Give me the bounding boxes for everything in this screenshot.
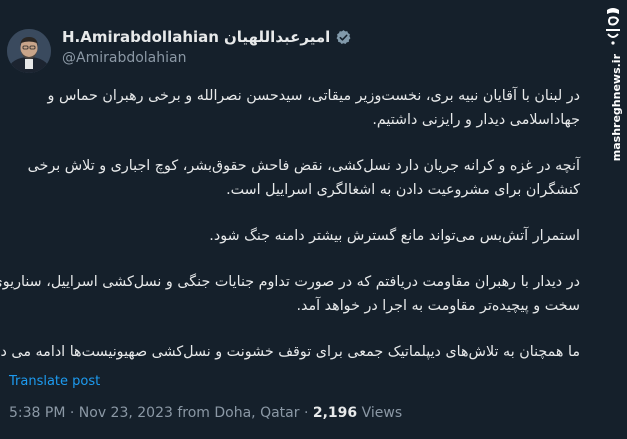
display-name-latin[interactable]: H.Amirabdollahian xyxy=(62,28,219,46)
tweet-line: استمرار آتش‌بس می‌تواند مانع گسترش بیشتر… xyxy=(209,228,580,244)
views-label: Views xyxy=(361,405,403,421)
views-count: 2,196 xyxy=(312,405,358,421)
tweet-paragraph: استمرار آتش‌بس می‌تواند مانع گسترش بیشتر… xyxy=(14,224,580,248)
author-name-row[interactable]: H.Amirabdollahian امیرعبداللهیان xyxy=(62,28,352,46)
tweet-card: H.Amirabdollahian امیرعبداللهیان @Amirab… xyxy=(0,0,627,439)
tweet-paragraph: در دیدار با رهبران مقاومت دریافتم که در … xyxy=(0,270,580,318)
tweet-paragraph: ما همچنان به تلاش‌های دیپلماتیک جمعی برا… xyxy=(0,340,580,364)
meta-separator: · xyxy=(69,405,75,421)
avatar[interactable] xyxy=(7,29,51,73)
tweet-time[interactable]: 5:38 PM xyxy=(9,405,65,421)
tweet-line: سخت و پیچیده‌تر مقاومت به اجرا در خواهد … xyxy=(296,298,580,314)
tweet-paragraph: در لبنان با آقایان نبیه بری، نخست‌وزیر م… xyxy=(14,84,580,132)
profile-photo xyxy=(7,29,51,73)
tweet-metadata: 5:38 PM · Nov 23, 2023 from Doha, Qatar … xyxy=(9,405,402,421)
meta-separator: · xyxy=(303,405,309,421)
watermark: mashreghnews.ir xyxy=(601,0,627,161)
translate-post-link[interactable]: Translate post xyxy=(9,374,100,389)
tweet-line: جهاداسلامی دیدار و رایزنی داشتیم. xyxy=(372,112,580,128)
tweet-text: در لبنان با آقایان نبیه بری، نخست‌وزیر م… xyxy=(0,84,580,386)
mashregh-logo-icon xyxy=(606,8,620,45)
tweet-line: در دیدار با رهبران مقاومت دریافتم که در … xyxy=(0,274,580,290)
author-handle[interactable]: @Amirabdolahian xyxy=(62,50,186,66)
tweet-line: در لبنان با آقایان نبیه بری، نخست‌وزیر م… xyxy=(47,88,580,104)
watermark-url: mashreghnews.ir xyxy=(610,54,623,162)
tweet-line: کنشگران برای مشروعیت دادن به اشغالگری اس… xyxy=(226,182,580,198)
verified-badge-icon xyxy=(335,29,352,46)
tweet-line: ما همچنان به تلاش‌های دیپلماتیک جمعی برا… xyxy=(0,344,580,360)
tweet-date-location[interactable]: Nov 23, 2023 from Doha, Qatar xyxy=(79,405,300,421)
tweet-paragraph: آنچه در غزه و کرانه جریان دارد نسل‌کشی، … xyxy=(14,154,580,202)
display-name-persian[interactable]: امیرعبداللهیان xyxy=(224,28,330,46)
tweet-line: آنچه در غزه و کرانه جریان دارد نسل‌کشی، … xyxy=(27,158,580,174)
